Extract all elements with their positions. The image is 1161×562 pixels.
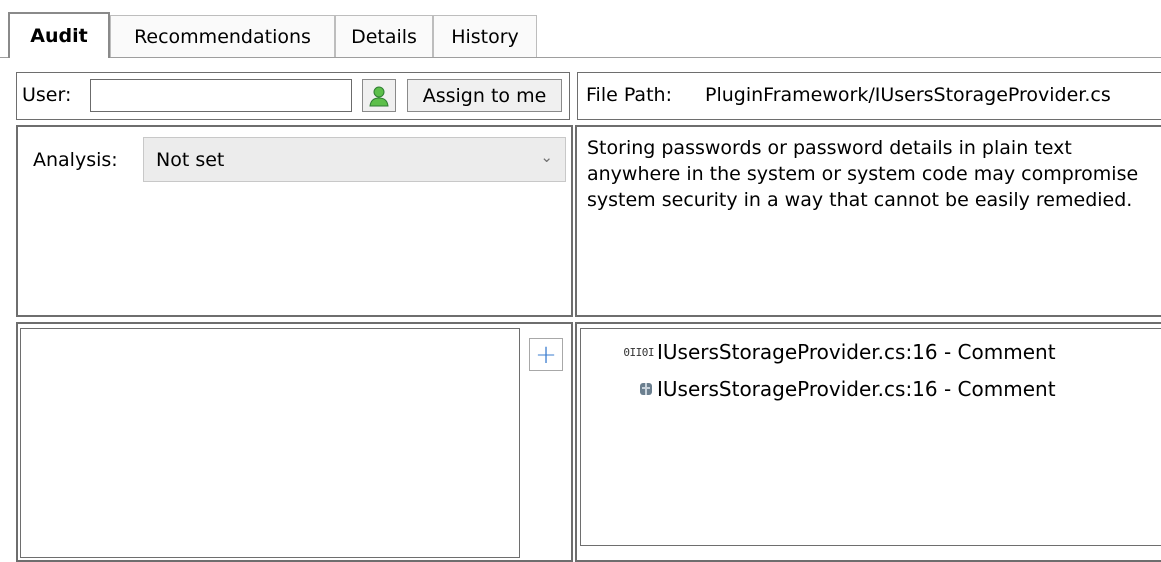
analysis-select[interactable]: Not set ⌄	[143, 137, 566, 182]
analysis-label: Analysis:	[33, 149, 118, 171]
file-path-label: File Path:	[586, 84, 672, 106]
tree-item[interactable]: IUsersStorageProvider.cs:16 - Comment	[622, 377, 1056, 401]
description-text: Storing passwords or password details in…	[587, 137, 1139, 211]
plus-icon: +	[535, 339, 557, 370]
tab-details-label: Details	[351, 25, 417, 48]
tab-audit[interactable]: Audit	[8, 12, 110, 58]
comment-input[interactable]	[20, 328, 520, 558]
tab-recommendations[interactable]: Recommendations	[110, 15, 335, 57]
tab-recommendations-label: Recommendations	[134, 25, 311, 48]
user-icon	[369, 86, 389, 106]
tree-item-label: IUsersStorageProvider.cs:16 - Comment	[657, 340, 1056, 364]
file-icon	[640, 383, 652, 395]
binary-icon: 0II0I	[623, 345, 654, 359]
chevron-down-icon: ⌄	[540, 148, 553, 166]
add-comment-button[interactable]: +	[529, 338, 563, 371]
tab-details[interactable]: Details	[335, 15, 433, 57]
assign-to-me-button[interactable]: Assign to me	[407, 79, 562, 112]
tab-history-label: History	[451, 25, 519, 48]
tab-audit-label: Audit	[30, 25, 88, 47]
analysis-select-value: Not set	[156, 148, 225, 171]
user-label: User:	[22, 84, 72, 106]
tree-item-label: IUsersStorageProvider.cs:16 - Comment	[657, 377, 1056, 401]
tab-history[interactable]: History	[433, 15, 537, 57]
file-path-value: PluginFramework/IUsersStorageProvider.cs	[705, 84, 1111, 106]
tab-strip-border	[0, 57, 1161, 58]
tree-item[interactable]: 0II0I IUsersStorageProvider.cs:16 - Comm…	[622, 340, 1056, 364]
select-user-button[interactable]	[362, 79, 396, 112]
user-input[interactable]	[90, 79, 352, 112]
assign-to-me-label: Assign to me	[422, 84, 547, 107]
